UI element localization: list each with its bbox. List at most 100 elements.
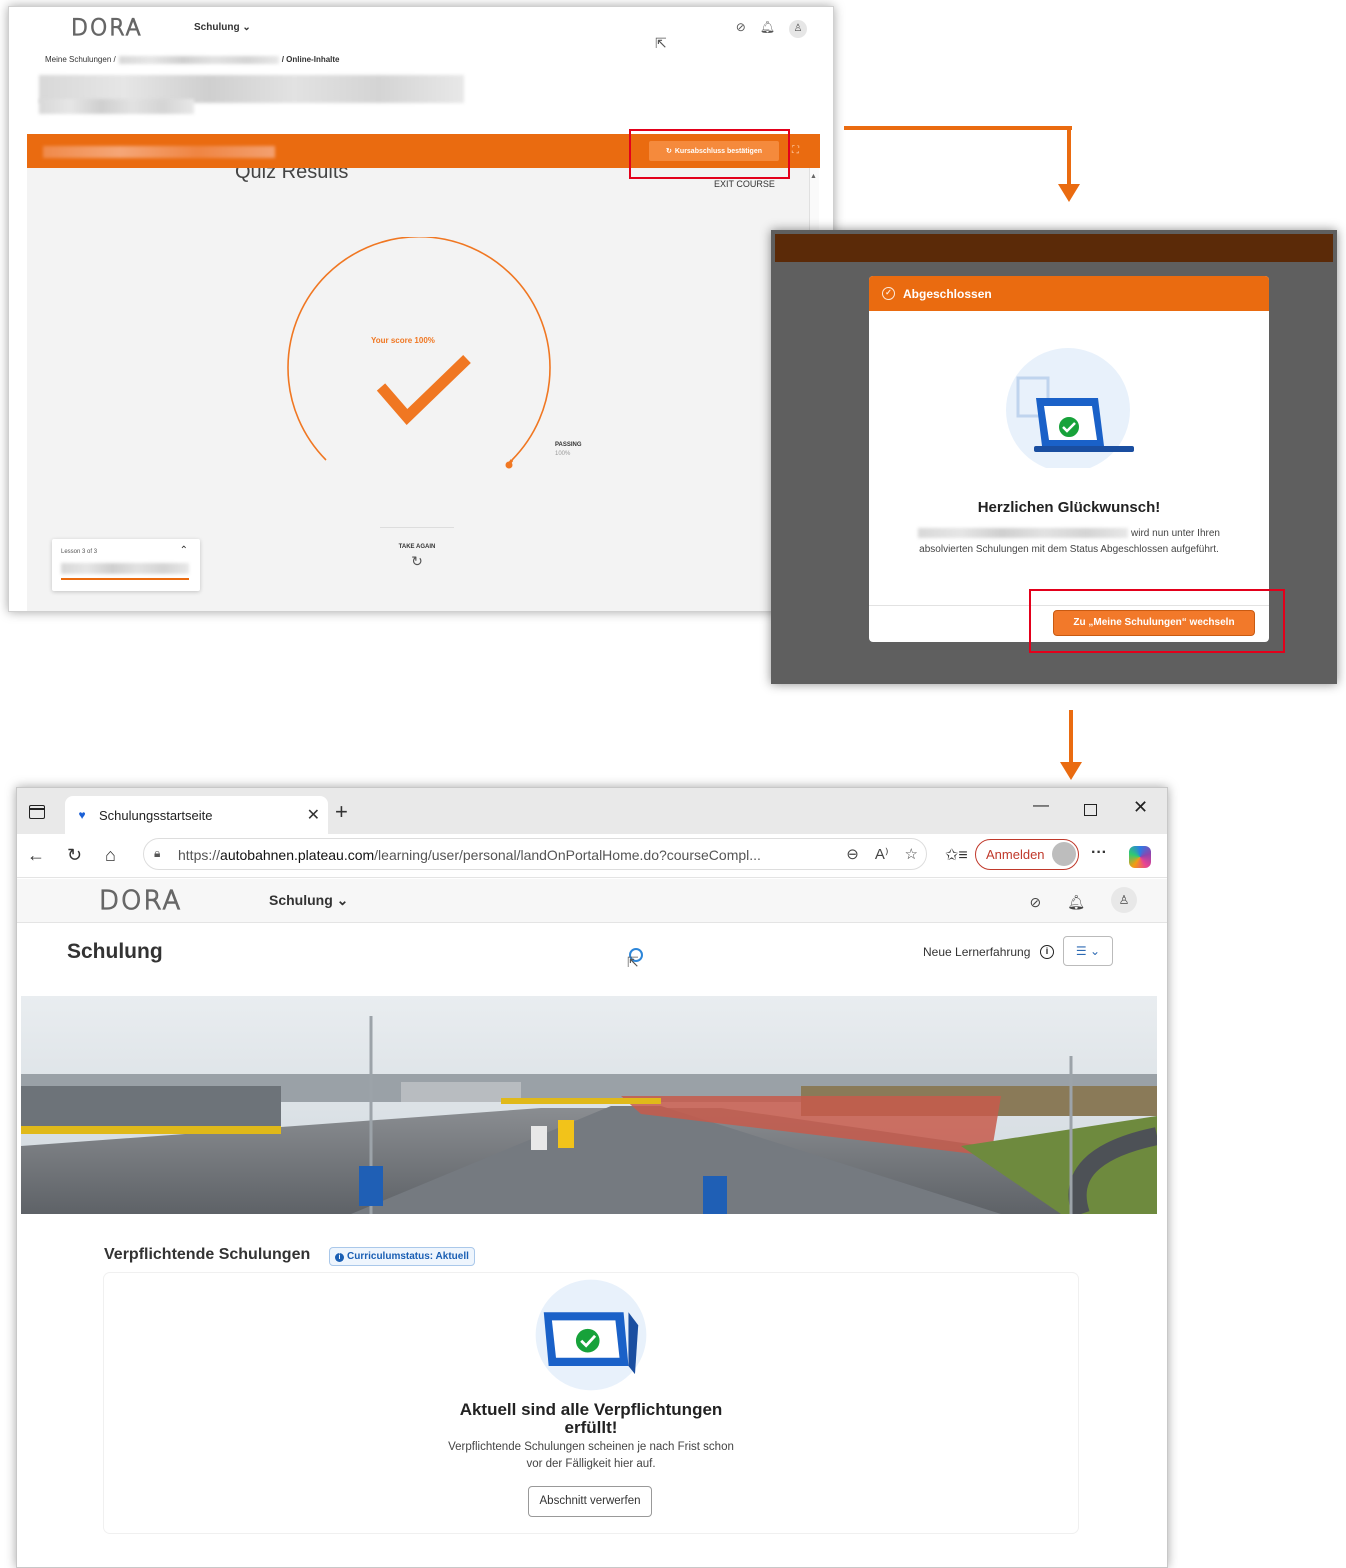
zoom-out-icon[interactable]: ⊖: [846, 845, 859, 863]
info-icon: i: [335, 1253, 344, 1262]
breadcrumb: Meine Schulungen / / Online-Inhalte: [45, 55, 340, 64]
mandatory-trainings-title: Verpflichtende Schulungen: [104, 1246, 311, 1263]
dimmed-toolbar: [775, 234, 1333, 262]
dora-logo[interactable]: DORA: [70, 15, 143, 41]
scroll-up-icon[interactable]: ▲: [810, 173, 817, 180]
sign-in-button[interactable]: Anmelden: [975, 839, 1079, 870]
lesson-progress-bar: [61, 578, 189, 580]
exit-course-link[interactable]: EXIT COURSE: [714, 179, 775, 189]
gauge-marker: [505, 461, 513, 469]
browser-window: ♥ Schulungsstartseite ✕ + — ✕ ← ↻ ⌂ 🔒︎ h…: [16, 787, 1168, 1568]
laptop-check-illustration: [1006, 348, 1134, 468]
back-icon[interactable]: ←: [27, 845, 45, 866]
empty-state-title-line2: erfüllt!: [564, 1418, 618, 1437]
sidebar-toggle-icon[interactable]: [29, 805, 45, 819]
chevron-up-icon[interactable]: ⌃: [180, 545, 188, 556]
maximize-icon[interactable]: [1084, 804, 1097, 816]
expand-icon[interactable]: ⛶: [792, 145, 799, 156]
home-icon[interactable]: ⌂: [105, 845, 116, 866]
favorites-icon[interactable]: ✩≡: [945, 845, 968, 865]
flow-arrow-1-vertical: [1067, 126, 1071, 188]
lesson-navigator[interactable]: Lesson 3 of 3 ⌃: [52, 539, 200, 591]
breadcrumb-online-content: / Online-Inhalte: [281, 55, 340, 64]
gauge-arc: [287, 237, 551, 461]
browser-tab-bar: ♥ Schulungsstartseite ✕ + — ✕: [17, 788, 1167, 834]
dialog-message-line1: wird nun unter Ihren: [1131, 528, 1220, 539]
chevron-down-icon: ⌄: [242, 22, 251, 33]
arrow-head-icon: [1058, 184, 1080, 202]
schulung-menu[interactable]: Schulung ⌄: [194, 22, 251, 33]
lms-course-window: DORA Schulung ⌄ ⊘ 🔔︎ ♙ ⇱ Meine Schulunge…: [8, 6, 834, 612]
highlight-box-confirm: [629, 129, 790, 179]
page-title: Schulung: [67, 940, 163, 963]
dialog-title: Herzlichen Glückwunsch!: [977, 499, 1161, 516]
curriculum-status-badge[interactable]: i Curriculumstatus: Aktuell: [329, 1247, 475, 1266]
completion-dialog: ✓ Abgeschlossen Herzlichen Glückwunsch! …: [869, 276, 1269, 642]
passing-value: 100%: [555, 451, 571, 457]
chevron-down-icon: ⌄: [336, 892, 349, 908]
header-icons: ⊘ 🔔︎ ♙: [1029, 887, 1137, 913]
dialog-message-line2: absolvierten Schulungen mit dem Status A…: [919, 544, 1219, 555]
take-again-label: TAKE AGAIN: [398, 544, 436, 550]
list-icon: ☰: [1075, 944, 1087, 958]
view-menu-button[interactable]: ☰ ⌄: [1063, 936, 1113, 966]
retry-icon: ↻: [411, 553, 423, 569]
check-circle-icon[interactable]: ⊘: [736, 20, 746, 38]
score-label: Your score 100%: [371, 336, 435, 345]
new-tab-icon[interactable]: +: [335, 799, 348, 825]
mouse-cursor-icon: ⇱: [627, 954, 639, 970]
highlight-box-go-button: [1029, 589, 1285, 653]
tab-close-icon[interactable]: ✕: [307, 805, 320, 825]
info-icon[interactable]: i: [1040, 945, 1054, 959]
header-icons: ⊘ 🔔︎ ♙: [736, 20, 807, 38]
lock-icon[interactable]: 🔒︎: [154, 846, 160, 861]
browser-tab-active[interactable]: ♥ Schulungsstartseite ✕: [65, 796, 328, 834]
address-bar[interactable]: 🔒︎ https://autobahnen.plateau.com/learni…: [143, 838, 927, 870]
dora-logo[interactable]: DORA: [98, 885, 182, 916]
new-experience-link[interactable]: Neue Lernerfahrung: [923, 945, 1030, 959]
lesson-title-redacted: [61, 563, 189, 574]
user-icon[interactable]: ♙: [789, 20, 807, 38]
read-aloud-icon[interactable]: A⁾: [875, 845, 889, 863]
browser-toolbar: ← ↻ ⌂ 🔒︎ https://autobahnen.plateau.com/…: [17, 834, 1167, 878]
tutorial-composite: DORA Schulung ⌄ ⊘ 🔔︎ ♙ ⇱ Meine Schulunge…: [0, 0, 1346, 1568]
close-icon[interactable]: ✕: [1133, 797, 1148, 818]
checkmark-icon: [376, 355, 471, 425]
dialog-header: ✓ Abgeschlossen: [869, 276, 1269, 311]
bell-icon[interactable]: 🔔︎: [760, 20, 775, 38]
sign-in-label: Anmelden: [986, 847, 1045, 862]
copilot-icon[interactable]: [1129, 846, 1151, 868]
discard-section-button[interactable]: Abschnitt verwerfen: [528, 1486, 652, 1517]
lesson-counter: Lesson 3 of 3: [61, 549, 98, 555]
course-title-redacted-2: [39, 99, 194, 114]
check-circle-icon[interactable]: ⊘: [1029, 894, 1041, 911]
dialog-header-title: Abgeschlossen: [903, 286, 992, 301]
completion-dialog-window: ✓ Abgeschlossen Herzlichen Glückwunsch! …: [771, 230, 1337, 684]
take-again-button[interactable]: TAKE AGAIN ↻: [380, 527, 454, 570]
reload-icon[interactable]: ↻: [67, 845, 82, 866]
breadcrumb-my-trainings[interactable]: Meine Schulungen /: [45, 55, 116, 64]
curriculum-status-label: Curriculumstatus: Aktuell: [347, 1251, 469, 1262]
empty-state-text-line2: vor der Fälligkeit hier auf.: [526, 1458, 656, 1470]
check-circle-icon: ✓: [882, 287, 895, 300]
star-icon[interactable]: ☆: [905, 845, 918, 863]
schulung-menu-label: Schulung: [269, 892, 333, 908]
mouse-cursor-icon: ⇱: [655, 35, 667, 51]
course-name-redacted: [43, 146, 275, 158]
more-options-icon[interactable]: ···: [1091, 844, 1107, 862]
empty-state-text: Verpflichtende Schulungen scheinen je na…: [104, 1439, 1078, 1473]
passing-label: PASSING 100%: [555, 441, 582, 459]
bell-icon[interactable]: 🔔︎: [1067, 894, 1085, 911]
empty-state-title-line1: Aktuell sind alle Verpflichtungen: [459, 1400, 723, 1419]
url-prefix: https://: [178, 847, 221, 863]
profile-avatar-icon: [1052, 842, 1076, 866]
dialog-message: wird nun unter Ihren absolvierten Schulu…: [869, 526, 1269, 558]
laptop-check-illustration: [535, 1279, 647, 1391]
schulung-menu-label: Schulung: [194, 22, 240, 33]
schulung-menu[interactable]: Schulung ⌄: [269, 892, 348, 909]
user-icon[interactable]: ♙: [1111, 887, 1137, 913]
url-text: https://autobahnen.plateau.com/learning/…: [178, 847, 761, 863]
page-header: Schulung ⇱ Neue Lernerfahrung i ☰ ⌄: [17, 924, 1167, 996]
flow-arrow-2-vertical: [1069, 710, 1073, 766]
minimize-icon[interactable]: —: [1033, 797, 1049, 815]
